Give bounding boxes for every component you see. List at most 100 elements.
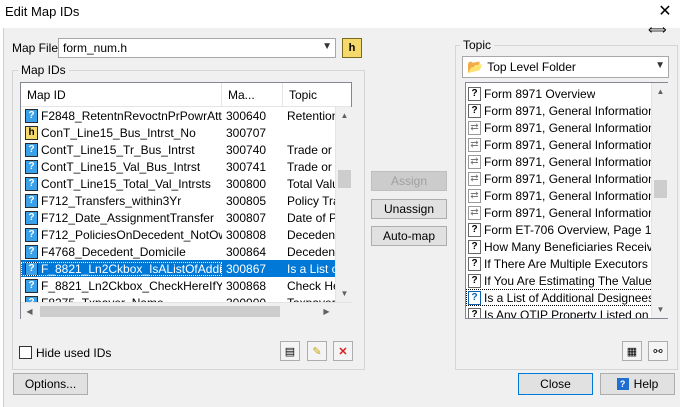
resize-arrows-icon[interactable]: ⟺ xyxy=(648,22,667,38)
topic-list-item[interactable]: ⇄ Form 8971, General Information#Pu xyxy=(466,136,667,153)
topic-cell: Decedent xyxy=(287,244,339,259)
scroll-right-icon[interactable]: ▶ xyxy=(318,303,335,320)
automap-button[interactable]: Auto-map xyxy=(371,226,447,246)
map-ids-vertical-scrollbar[interactable]: ▲ ▼ xyxy=(335,107,352,302)
new-map-id-icon[interactable]: ▤ xyxy=(280,341,300,361)
hide-used-ids-checkbox[interactable] xyxy=(19,346,32,359)
topic-group-label: Topic xyxy=(460,38,495,52)
topic-list-item[interactable]: ⇄ Form 8971, General Information#Su xyxy=(466,153,667,170)
table-row[interactable]: ? F4768_Decedent_Domicile 300864 Decedent xyxy=(21,243,351,260)
map-ids-horizontal-scrollbar[interactable]: ◀ ▶ xyxy=(21,302,352,319)
link-icon: ⇄ xyxy=(468,137,481,152)
topic-list-item[interactable]: ? How Many Beneficiaries Received xyxy=(466,238,667,255)
topic-list-item[interactable]: ⇄ Form 8971, General Information#W xyxy=(466,187,667,204)
column-header-topic[interactable]: Topic xyxy=(283,83,343,107)
topic-cell: Retention xyxy=(287,108,339,123)
delete-icon[interactable]: ✕ xyxy=(333,341,353,361)
table-row[interactable]: ? ContT_Line15_Tr_Bus_Intrst 300740 Trade o… xyxy=(21,141,351,158)
table-row[interactable]: h ConT_Line15_Bus_Intrst_No 300707 xyxy=(21,124,351,141)
header-unmapped-icon: h xyxy=(25,125,38,140)
table-row[interactable]: ? F712_Transfers_within3Yr 300805 Policy Tr… xyxy=(21,192,351,209)
question-icon: ? xyxy=(468,222,481,237)
edit-pencil-icon[interactable]: ✎ xyxy=(307,341,327,361)
topic-rows: ? Form 8971 Overview? Form 8971, General I… xyxy=(466,83,667,319)
topic-item-label: Form 8971, General Information#W xyxy=(484,188,667,203)
topic-cell: Decedent xyxy=(287,227,339,242)
map-ids-list[interactable]: Map ID Ma... Topic ? F2848_RetentnRevoctn… xyxy=(20,82,352,319)
map-id-cell: ? ContT_Line15_Val_Bus_Intrst xyxy=(21,159,222,174)
help-button[interactable]: ? Help xyxy=(600,373,675,395)
table-row[interactable]: ? F2848_RetentnRevoctnPrPowrAttny 300640 Re… xyxy=(21,107,351,124)
table-row[interactable]: ? ContT_Line15_Total_Val_Intrsts 300800 Tot… xyxy=(21,175,351,192)
topic-list-item[interactable]: ? Is a List of Additional Designees Att xyxy=(466,289,667,306)
topic-list-item[interactable]: ? Form 8971 Overview xyxy=(466,85,667,102)
topic-list-item[interactable]: ? Form ET-706 Overview, Page 1 (4/ xyxy=(466,221,667,238)
scroll-thumb[interactable] xyxy=(654,180,667,198)
topic-item-label: Form 8971, General Information#Su xyxy=(484,154,667,169)
help-button-label: Help xyxy=(633,377,659,391)
topic-list[interactable]: ? Form 8971 Overview? Form 8971, General I… xyxy=(465,82,668,319)
question-icon: ? xyxy=(468,103,481,118)
topic-item-label: Form 8971, General Information xyxy=(484,103,655,118)
topic-list-item[interactable]: ? Form 8971, General Information xyxy=(466,102,667,119)
link-icon: ⇄ xyxy=(468,154,481,169)
column-header-map-id[interactable]: Map ID xyxy=(21,83,222,107)
topic-list-item[interactable]: ⇄ Form 8971, General Information#Pe xyxy=(466,119,667,136)
map-file-select[interactable]: form_num.h ▼ xyxy=(58,38,336,58)
topic-item-label: If There Are Multiple Executors (For xyxy=(484,256,667,271)
map-id-cell: ? F2848_RetentnRevoctnPrPowrAttny xyxy=(21,108,222,123)
topic-cell: Is a List o xyxy=(287,261,339,276)
topic-list-item[interactable]: ⇄ Form 8971, General Information#W xyxy=(466,204,667,221)
scroll-left-icon[interactable]: ◀ xyxy=(21,303,38,320)
topic-vertical-scrollbar[interactable]: ▲ ▼ xyxy=(651,83,668,318)
map-number-cell: 300741 xyxy=(226,159,267,174)
map-id-text: F712_Date_AssignmentTransfer xyxy=(41,210,214,225)
scroll-down-icon[interactable]: ▼ xyxy=(652,301,669,318)
map-id-cell: ? F712_Date_AssignmentTransfer xyxy=(21,210,222,225)
scroll-thumb-horizontal[interactable] xyxy=(40,306,280,317)
question-icon: ? xyxy=(468,256,481,271)
unassign-button[interactable]: Unassign xyxy=(371,199,447,219)
window-title: Edit Map IDs xyxy=(5,4,80,19)
help-icon: ? xyxy=(616,378,629,390)
close-button[interactable]: Close xyxy=(518,373,593,395)
map-id-text: F2848_RetentnRevoctnPrPowrAttny xyxy=(41,108,222,123)
question-icon: ? xyxy=(468,239,481,254)
close-icon[interactable]: ✕ xyxy=(656,3,674,21)
table-row[interactable]: ? F712_Date_AssignmentTransfer 300807 Date … xyxy=(21,209,351,226)
table-row[interactable]: ? F712_PoliciesOnDecedent_NotOw... 300808 D… xyxy=(21,226,351,243)
topic-list-item[interactable]: ? Is Any QTIP Property Listed on Fed xyxy=(466,306,667,319)
map-id-cell: ? F4768_Decedent_Domicile xyxy=(21,244,222,259)
topic-item-label: Form 8971 Overview xyxy=(484,86,596,101)
map-id-text: F712_PoliciesOnDecedent_NotOw... xyxy=(41,227,222,242)
options-button[interactable]: Options... xyxy=(13,373,88,395)
map-number-cell: 300807 xyxy=(226,210,267,225)
map-id-cell: h ConT_Line15_Bus_Intrst_No xyxy=(21,125,222,140)
topic-list-item[interactable]: ? If There Are Multiple Executors (For xyxy=(466,255,667,272)
assign-button[interactable]: Assign xyxy=(371,171,447,191)
topic-cell: Trade or I xyxy=(287,159,339,174)
table-row[interactable]: ? F_8821_Ln2Ckbox_CheckHereIfYo... 300868 C… xyxy=(21,277,351,294)
topic-list-item[interactable]: ? If You Are Estimating The Value of xyxy=(466,272,667,289)
table-row[interactable]: ? ContT_Line15_Val_Bus_Intrst 300741 Trade … xyxy=(21,158,351,175)
scroll-up-icon[interactable]: ▲ xyxy=(336,107,353,124)
column-header-map-number[interactable]: Ma... xyxy=(222,83,283,107)
map-file-label: Map File: xyxy=(12,41,62,55)
topic-properties-icon[interactable]: ▦ xyxy=(622,341,642,361)
topic-item-label: Is Any QTIP Property Listed on Fed xyxy=(484,307,667,319)
map-id-text: F4768_Decedent_Domicile xyxy=(41,244,186,259)
find-binoculars-icon[interactable]: ⚯ xyxy=(648,341,668,361)
table-row[interactable]: ? F_8821_Ln2Ckbox_IsAListOfAdditi... 30086… xyxy=(21,260,351,277)
scroll-thumb[interactable] xyxy=(338,170,351,188)
map-id-cell: ? F_8821_Ln2Ckbox_IsAListOfAdditi... xyxy=(21,261,222,276)
topic-item-label: Form 8971, General Information#Pu xyxy=(484,137,667,152)
topic-item-label: Form 8971, General Information#W xyxy=(484,205,667,220)
scroll-up-icon[interactable]: ▲ xyxy=(652,83,669,100)
topic-list-item[interactable]: ⇄ Form 8971, General Information#W xyxy=(466,170,667,187)
header-file-icon[interactable]: h xyxy=(342,38,362,58)
map-id-text: F_8821_Ln2Ckbox_IsAListOfAdditi... xyxy=(41,261,222,276)
topic-folder-select[interactable]: 📂 Top Level Folder ▼ xyxy=(462,56,669,78)
map-id-cell: ? ContT_Line15_Tr_Bus_Intrst xyxy=(21,142,222,157)
link-icon: ⇄ xyxy=(468,120,481,135)
scroll-down-icon[interactable]: ▼ xyxy=(336,285,353,302)
